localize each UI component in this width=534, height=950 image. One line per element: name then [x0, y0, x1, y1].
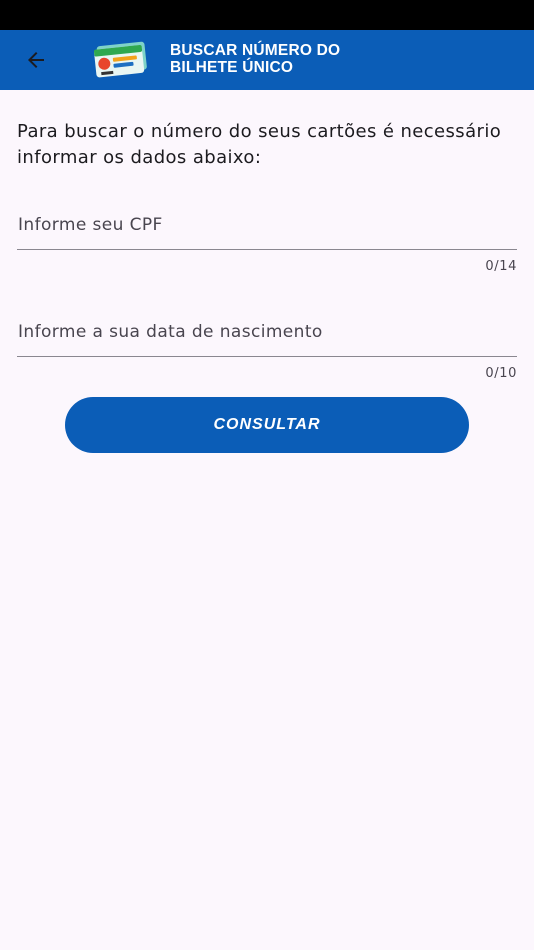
status-bar [0, 0, 534, 30]
cpf-input[interactable] [17, 200, 517, 250]
birth-date-field-group: 0/10 [17, 307, 517, 381]
intro-text: Para buscar o número do seus cartões é n… [17, 121, 502, 168]
app-bar: BUSCAR NÚMERO DO BILHETE ÚNICO [0, 30, 534, 90]
back-button[interactable] [18, 42, 54, 78]
birth-date-char-counter: 0/10 [485, 366, 517, 381]
cpf-char-counter: 0/14 [485, 259, 517, 274]
birth-date-input[interactable] [17, 307, 517, 357]
arrow-left-icon [28, 52, 44, 68]
bilhete-unico-logo [93, 41, 147, 78]
consult-button[interactable]: CONSULTAR [65, 397, 469, 453]
page-title: BUSCAR NÚMERO DO BILHETE ÚNICO [170, 42, 400, 76]
page-title-line-2: BILHETE ÚNICO [170, 59, 294, 76]
page-title-line-1: BUSCAR NÚMERO DO [170, 42, 341, 59]
cpf-field-group: 0/14 [17, 200, 517, 274]
